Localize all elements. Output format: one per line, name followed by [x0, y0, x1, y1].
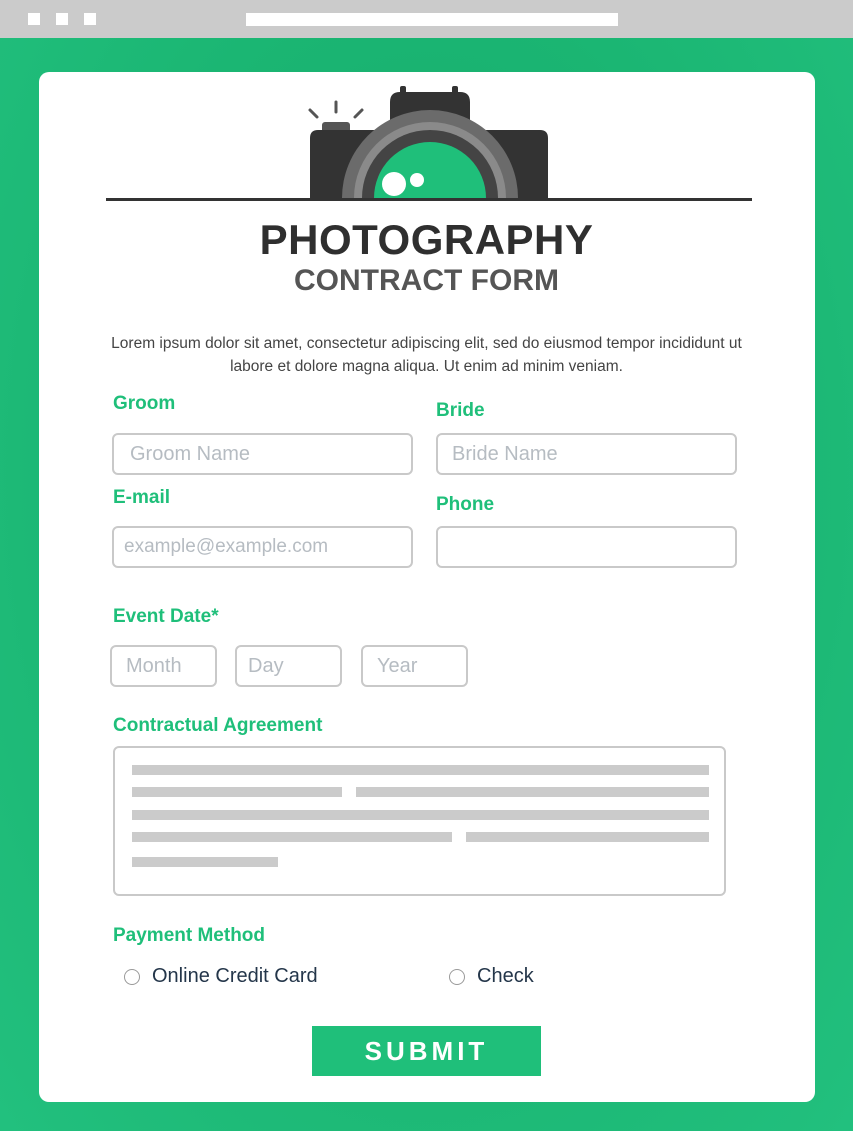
agreement-text-line: [132, 832, 452, 842]
year-input[interactable]: Year: [361, 645, 468, 687]
address-bar[interactable]: [246, 13, 618, 26]
submit-button[interactable]: SUBMIT: [312, 1026, 541, 1076]
radio-button[interactable]: [124, 968, 140, 985]
page-title: PHOTOGRAPHY: [259, 216, 594, 263]
agreement-text-line: [132, 787, 342, 797]
phone-label: Phone: [436, 494, 495, 515]
agreement-text-line: [466, 832, 709, 842]
month-placeholder: Month: [126, 654, 182, 677]
agreement-label: Contractual Agreement: [113, 715, 323, 736]
groom-name-input[interactable]: Groom Name: [112, 433, 413, 475]
window-control-dot[interactable]: [84, 13, 96, 25]
email-placeholder: example@example.com: [124, 536, 329, 557]
email-input[interactable]: example@example.com: [112, 526, 413, 568]
browser-chrome: [0, 0, 853, 38]
bride-placeholder: Bride Name: [452, 442, 558, 465]
payment-method-label: Payment Method: [113, 925, 266, 946]
month-input[interactable]: Month: [110, 645, 217, 687]
event-date-label: Event Date*: [113, 606, 219, 627]
payment-option-label: Check: [477, 965, 534, 987]
day-placeholder: Day: [248, 654, 284, 677]
radio-button[interactable]: [449, 968, 465, 985]
agreement-text-line: [132, 765, 709, 775]
window-control-dot[interactable]: [56, 13, 68, 25]
intro-text: Lorem ipsum dolor sit amet, consectetur …: [111, 335, 742, 375]
camera-icon: [300, 86, 560, 200]
day-input[interactable]: Day: [235, 645, 342, 687]
phone-input[interactable]: [436, 526, 737, 568]
bride-label: Bride: [436, 400, 485, 421]
payment-option-label: Online Credit Card: [152, 965, 318, 987]
payment-option-check[interactable]: Check: [449, 965, 534, 988]
bride-name-input[interactable]: Bride Name: [436, 433, 737, 475]
email-label: E-mail: [113, 487, 171, 508]
agreement-text-line: [132, 857, 278, 867]
header-divider: [106, 198, 752, 201]
year-placeholder: Year: [377, 654, 418, 677]
groom-label: Groom: [113, 393, 176, 414]
agreement-textarea[interactable]: [113, 746, 726, 896]
agreement-text-line: [356, 787, 709, 797]
agreement-text-line: [132, 810, 709, 820]
window-control-dot[interactable]: [28, 13, 40, 25]
page-subtitle: CONTRACT FORM: [294, 264, 559, 297]
payment-option-credit-card[interactable]: Online Credit Card: [124, 965, 318, 988]
groom-placeholder: Groom Name: [130, 442, 251, 465]
